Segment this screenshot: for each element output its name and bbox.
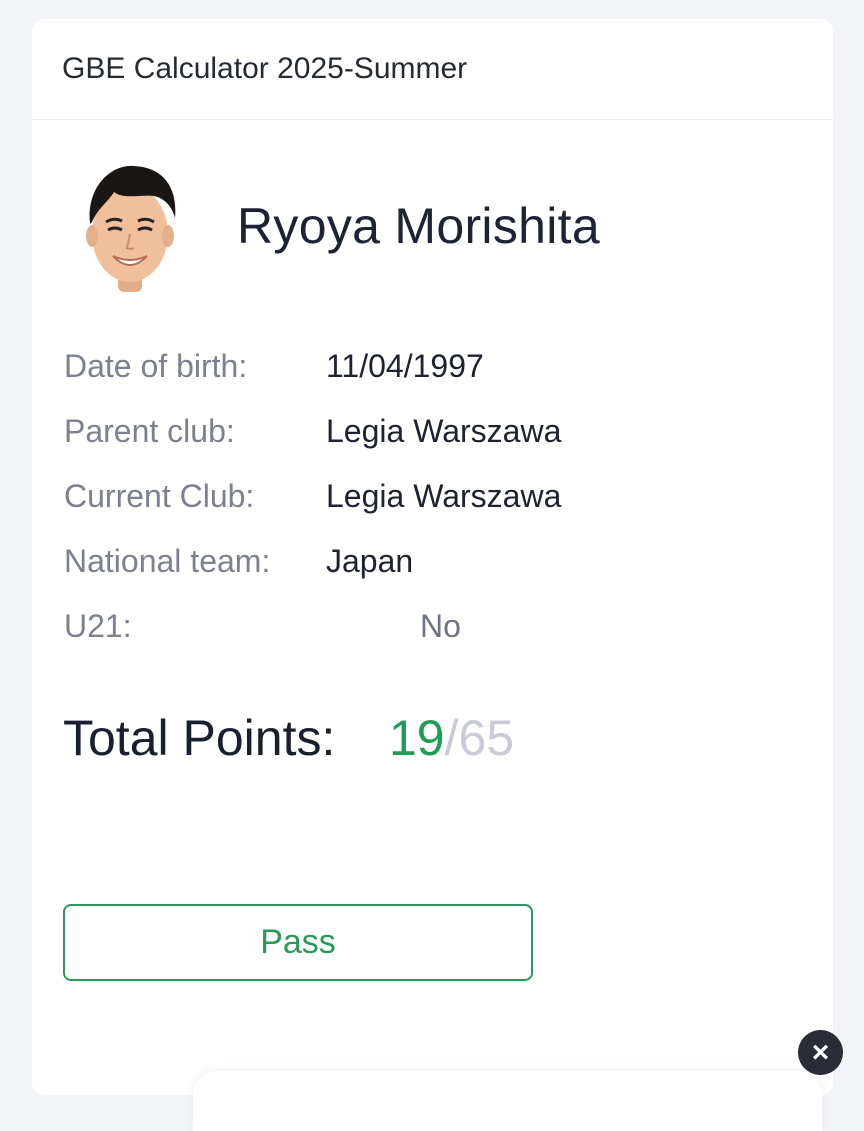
current-club-label: Current Club:	[64, 478, 255, 514]
gbe-calculator-card: GBE Calculator 2025-Summer Ryoya Morishi…	[32, 19, 843, 1095]
player-name: Ryoya Morishita	[237, 198, 600, 254]
parent-club-value: Legia Warszawa	[326, 413, 562, 449]
parent-club-label: Parent club:	[64, 413, 235, 449]
player-avatar	[80, 162, 180, 296]
row-current-club: Current Club: Legia Warszawa	[64, 478, 561, 515]
u21-label: U21:	[64, 608, 132, 644]
total-points-separator: /	[444, 710, 459, 766]
pass-result-button[interactable]: Pass	[63, 904, 533, 981]
row-parent-club: Parent club: Legia Warszawa	[64, 413, 561, 450]
dob-value: 11/04/1997	[326, 348, 484, 384]
close-icon[interactable]: ×	[798, 1030, 843, 1075]
total-points-label: Total Points:	[63, 710, 336, 766]
total-points-max: 65	[458, 710, 515, 766]
row-date-of-birth: Date of birth: 11/04/1997	[64, 348, 484, 385]
card-header: GBE Calculator 2025-Summer	[32, 19, 833, 120]
dob-label: Date of birth:	[64, 348, 248, 384]
national-team-label: National team:	[64, 543, 271, 579]
row-u21: U21: No	[64, 608, 461, 645]
page-title: GBE Calculator 2025-Summer	[62, 52, 468, 85]
national-team-value: Japan	[326, 543, 414, 579]
total-points: Total Points: 19/65	[63, 709, 514, 767]
u21-value: No	[420, 608, 461, 644]
bottom-sheet	[193, 1071, 822, 1131]
row-national-team: National team: Japan	[64, 543, 413, 580]
total-points-value: 19	[389, 710, 445, 766]
current-club-value: Legia Warszawa	[326, 478, 562, 514]
